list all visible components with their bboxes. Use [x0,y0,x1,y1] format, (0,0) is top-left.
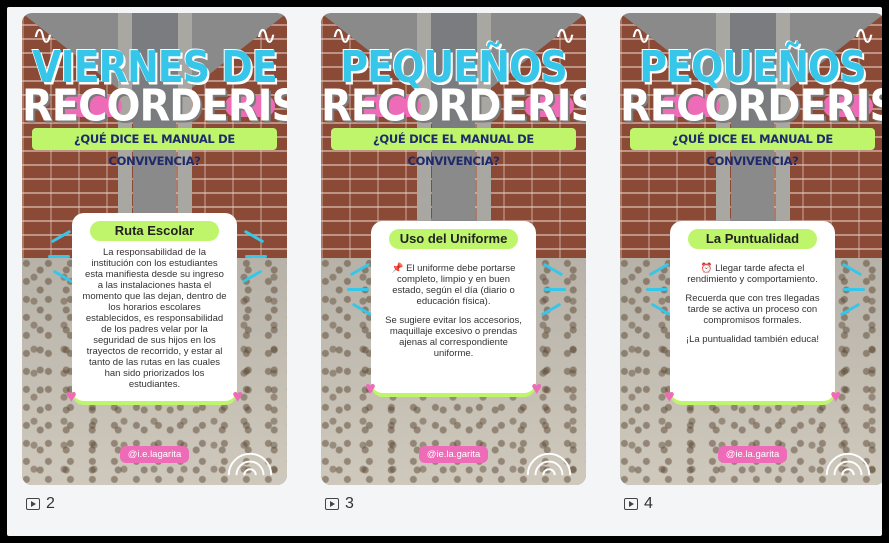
post-card-2[interactable]: ∿ ∿ PEQUEÑOS RECORDERIS ¿QUÉ DICE EL MAN… [321,13,586,485]
slide-count-2: 3 [325,495,354,513]
paragraph: ¡La puntualidad también educa! [685,334,820,345]
section-label: Uso del Uniforme [389,229,518,249]
paragraph: La responsabilidad de la institución con… [82,247,227,390]
paragraph: Recuerda que con tres llegadas tarde se … [685,293,820,326]
slide-count-label: 4 [644,495,653,512]
carousel-slides-icon [325,498,339,510]
heart-icon: ♥ [365,378,376,398]
post-title-line2: RECORDERIS [321,80,586,132]
content-panel: La Puntualidad ⏰ Llegar tarde afecta el … [664,221,841,406]
carousel-slides-icon [26,498,40,510]
heart-icon: ♥ [664,386,675,406]
heart-icon: ♥ [232,386,243,406]
post-card-1[interactable]: ∿ ∿ VIERNES DE RECORDERIS ¿QUÉ DICE EL M… [22,13,287,485]
heart-icon: ♥ [531,378,542,398]
rainbow-arcs-icon [227,452,273,476]
content-panel: Ruta Escolar La responsabilidad de la in… [66,213,243,406]
slide-count-label: 2 [46,495,55,512]
paragraph: Se sugiere evitar los accesorios, maquil… [385,315,522,359]
carousel-slides-icon [624,498,638,510]
post-subtitle: ¿QUÉ DICE EL MANUAL DE CONVIVENCIA? [331,128,576,168]
paragraph: 📌 El uniforme debe portarse completo, li… [391,263,516,307]
rainbow-arcs-icon [825,452,871,476]
slide-count-3: 4 [624,495,653,513]
post-title-line2: RECORDERIS [620,80,882,132]
panel-text: 📌 El uniforme debe portarse completo, li… [381,263,526,367]
post-subtitle: ¿QUÉ DICE EL MANUAL DE CONVIVENCIA? [32,128,277,168]
rainbow-arcs-icon [526,452,572,476]
post-card-3[interactable]: ∿ ∿ PEQUEÑOS RECORDERIS ¿QUÉ DICE EL MAN… [620,13,882,485]
content-panel: Uso del Uniforme 📌 El uniforme debe port… [365,221,542,398]
heart-icon: ♥ [66,386,77,406]
panel-text: ⏰ Llegar tarde afecta el rendimiento y c… [680,263,825,353]
heart-icon: ♥ [830,386,841,406]
post-title-line2: RECORDERIS [22,80,287,132]
panel-text: La responsabilidad de la institución con… [82,247,227,398]
slide-count-label: 3 [345,495,354,512]
slide-count-1: 2 [26,495,55,513]
section-label: La Puntualidad [688,229,817,249]
paragraph: ⏰ Llegar tarde afecta el rendimiento y c… [687,263,818,285]
post-subtitle: ¿QUÉ DICE EL MANUAL DE CONVIVENCIA? [630,128,875,168]
section-label: Ruta Escolar [90,221,219,241]
post-grid: ∿ ∿ VIERNES DE RECORDERIS ¿QUÉ DICE EL M… [7,7,882,536]
